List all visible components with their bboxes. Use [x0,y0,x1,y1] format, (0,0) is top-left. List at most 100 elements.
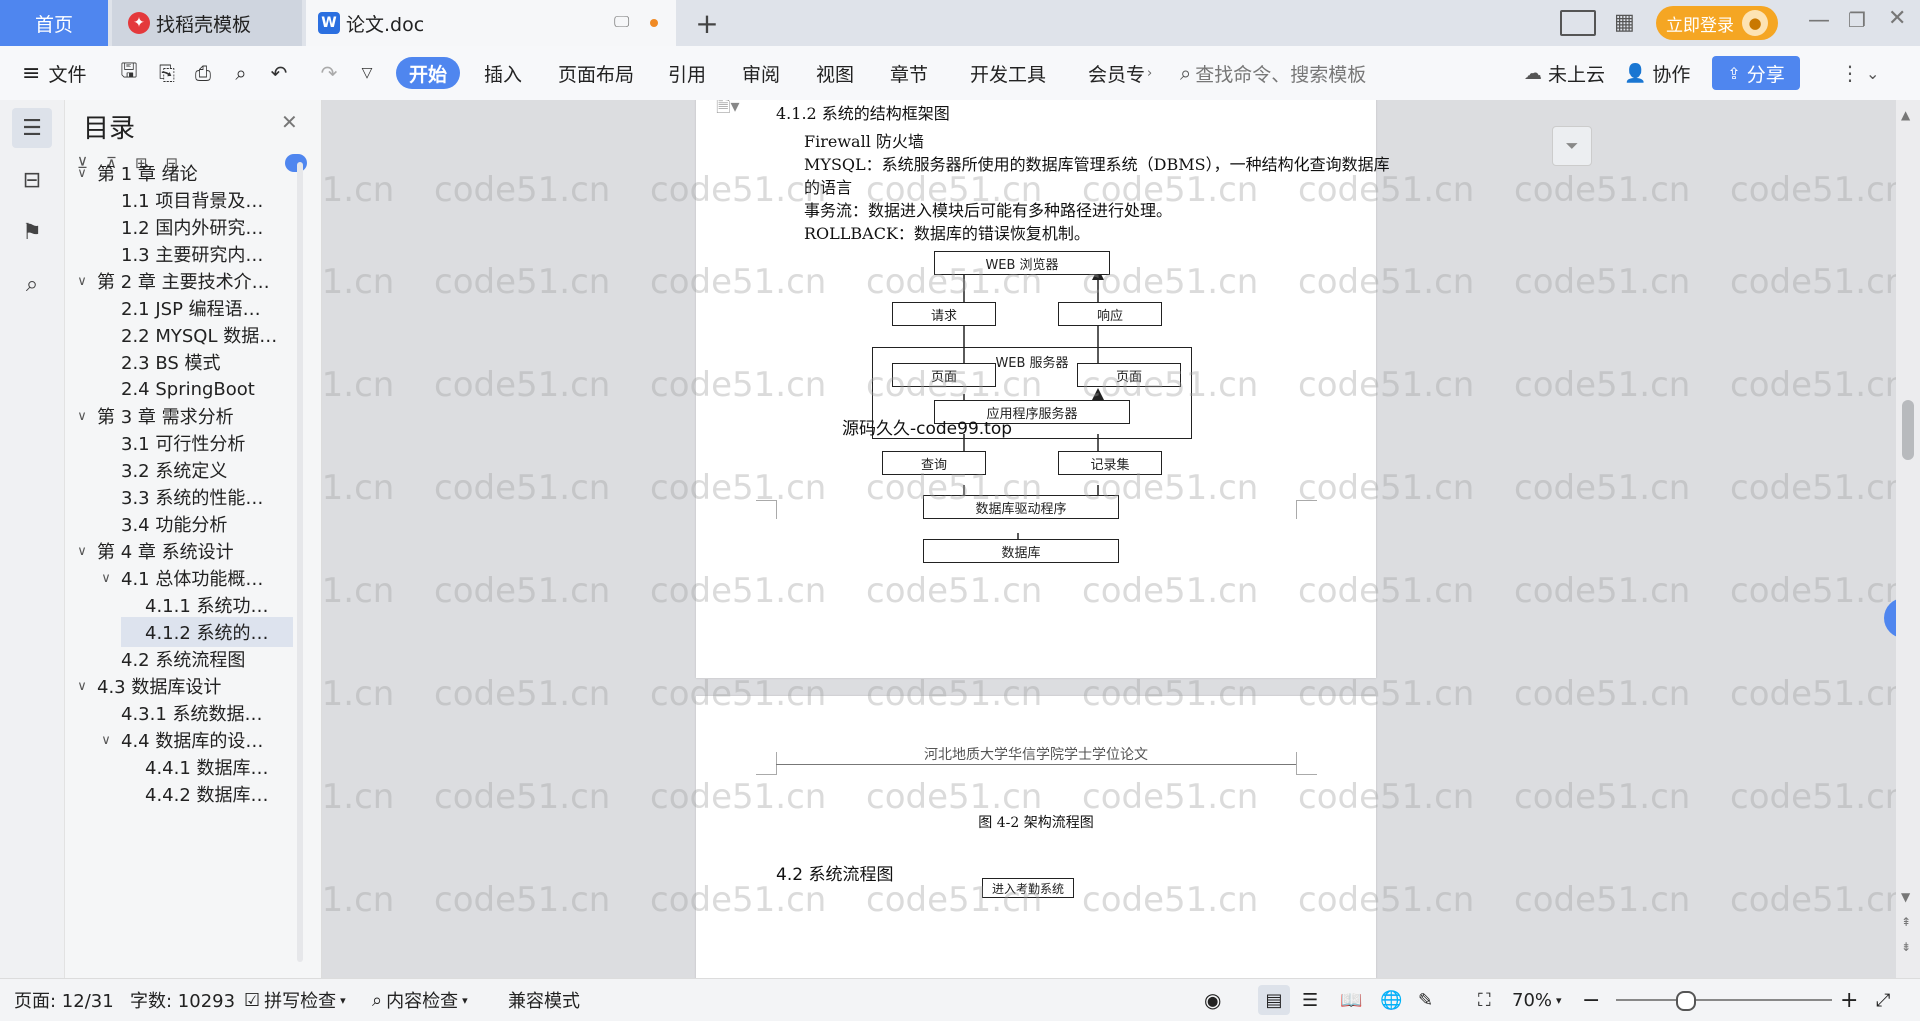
toc-item[interactable]: ∨ 4.3 数据库设计 [73,671,293,701]
toc-item[interactable]: 3.4 功能分析 [97,509,293,539]
login-button[interactable]: 立即登录 ● [1656,6,1778,40]
write-mode-icon[interactable]: ✎ [1418,979,1433,1021]
toc-item[interactable]: 3.3 系统的性能… [97,482,293,512]
toc-item[interactable]: 2.4 SpringBoot [97,374,293,404]
restore-icon[interactable]: ❐ [1848,8,1866,32]
tab-start[interactable]: 开始 [396,57,460,89]
toc-panel-icon[interactable]: ☰ [12,108,52,148]
spell-check-button[interactable]: ☑ 拼写检查 ▾ [244,979,346,1021]
toc-item[interactable]: ∨ 第 2 章 主要技术介… [73,266,293,296]
toc-item[interactable]: 2.3 BS 模式 [97,347,293,377]
zoom-out-icon[interactable]: − [1582,979,1600,1021]
chevron-down-icon[interactable]: ∨ [97,571,115,586]
toc-item[interactable]: 4.3.1 系统数据… [97,698,293,728]
cloud-status-button[interactable]: ☁ 未上云 [1524,46,1605,100]
redo-icon[interactable]: ↷ [316,60,342,86]
toc-item[interactable]: 4.4.1 数据库… [121,752,293,782]
zoom-slider-thumb[interactable] [1676,991,1696,1011]
bookmark-icon[interactable]: ⚑ [12,212,52,252]
new-tab-plus-icon[interactable]: + [690,6,724,40]
tab-member[interactable]: 会员专 › [1088,46,1152,100]
undo-icon[interactable]: ↶ [266,60,292,86]
daoke-logo-icon: ✦ [128,12,150,34]
toc-item[interactable]: 4.2 系统流程图 [97,644,293,674]
prev-page-icon[interactable]: ⇞ [1901,915,1911,929]
word-count[interactable]: 字数: 10293 [130,979,235,1021]
toc-item[interactable]: 3.1 可行性分析 [97,428,293,458]
toc-item[interactable]: ∨ 第 4 章 系统设计 [73,536,293,566]
window-layout-icon[interactable] [1560,10,1596,36]
chevron-down-icon[interactable]: ∨ [73,166,91,181]
next-page-icon[interactable]: ⇟ [1901,940,1911,954]
minimize-icon[interactable]: — [1808,8,1830,33]
file-menu-button[interactable]: ≡ 文件 [22,46,86,100]
scroll-up-icon[interactable]: ▲ [1901,108,1910,122]
close-panel-icon[interactable]: ✕ [281,110,298,134]
zoom-slider-track[interactable] [1616,999,1832,1001]
share-button[interactable]: ⇪ 分享 [1712,56,1800,90]
page-view-icon[interactable]: ▤ [1258,985,1290,1015]
toc-item[interactable]: 3.2 系统定义 [97,455,293,485]
fullscreen-icon[interactable]: ⤢ [1876,979,1890,1021]
toc-item[interactable]: ∨ 第 3 章 需求分析 [73,401,293,431]
tab-page-layout[interactable]: 页面布局 [558,46,634,100]
command-search[interactable]: ⌕ 查找命令、搜索模板 [1180,46,1410,100]
chevron-down-icon[interactable]: ∨ [73,679,91,694]
tab-view[interactable]: 视图 [816,46,854,100]
tab-review[interactable]: 审阅 [742,46,780,100]
eye-protection-icon[interactable]: ◉ [1204,979,1221,1021]
print-preview-icon[interactable]: ⌕ [228,60,254,86]
tab-developer[interactable]: 开发工具 [970,46,1046,100]
chevron-right-icon: › [1147,65,1153,81]
close-window-icon[interactable]: ✕ [1888,6,1906,31]
scrollbar-thumb[interactable] [1902,400,1914,460]
chevron-down-icon[interactable]: ∨ [73,544,91,559]
outline-tree-icon[interactable]: ⊟ [12,160,52,200]
tab-document[interactable]: W 论文.doc 🖵 [306,0,676,46]
zoom-in-icon[interactable]: + [1840,979,1858,1021]
scroll-down-icon[interactable]: ▼ [1901,890,1910,904]
tab-insert[interactable]: 插入 [484,46,522,100]
zoom-level[interactable]: 70% ▾ [1512,979,1562,1021]
collaborate-button[interactable]: 👤 协作 [1624,46,1690,100]
apps-grid-icon[interactable]: ▦ [1614,10,1635,35]
toc-item[interactable]: 4.1.1 系统功… [121,590,293,620]
monitor-icon[interactable]: 🖵 [614,12,629,32]
toc-item[interactable]: 1.2 国内外研究… [97,212,293,242]
toc-item[interactable]: ∨ 4.4 数据库的设… [97,725,293,755]
toc-item[interactable]: 4.4.2 数据库… [121,779,293,809]
print-icon[interactable]: ⎙ [190,60,216,86]
find-icon[interactable]: ⌕ [12,264,52,304]
fit-page-icon[interactable]: ⛶ [1478,979,1491,1021]
tab-sections[interactable]: 章节 [890,46,928,100]
tab-home[interactable]: 首页 [0,0,108,46]
reading-view-icon[interactable]: 📖 [1340,979,1362,1021]
quick-access-dropdown-icon[interactable]: ▽ [354,60,380,86]
toc-item[interactable]: ∨ 第 1 章 绪论 [73,158,293,188]
tab-references[interactable]: 引用 [668,46,706,100]
toc-item[interactable]: 1.1 项目背景及… [97,185,293,215]
toc-item[interactable]: 2.1 JSP 编程语… [97,293,293,323]
toc-item[interactable]: 4.1.2 系统的… [121,617,293,647]
web-view-icon[interactable]: 🌐 [1380,979,1402,1021]
toc-item[interactable]: ∨ 4.1 总体功能概… [97,563,293,593]
collapse-ribbon-icon[interactable]: ⌄ [1866,46,1879,100]
content-check-button[interactable]: ⌕ 内容检查 ▾ [372,979,468,1021]
outline-view-icon[interactable]: ☰ [1302,979,1318,1021]
more-options-icon[interactable]: ⋮ [1840,46,1860,100]
page-indicator[interactable]: 页面: 12/31 [14,979,114,1021]
watermark-text: code51.cn [1082,365,1259,405]
tab-templates[interactable]: ✦ 找稻壳模板 [112,0,302,46]
chevron-down-icon[interactable]: ∨ [97,733,115,748]
toc-item[interactable]: 2.2 MYSQL 数据… [97,320,293,350]
watermark-text: code51.cn [1298,365,1475,405]
toc-item[interactable]: 1.3 主要研究内… [97,239,293,269]
export-pdf-icon[interactable]: ⎘ [154,60,180,86]
watermark-text: code51.cn [322,777,395,817]
toc-scrollbar[interactable] [297,162,303,962]
save-icon[interactable]: 🖫 [116,58,142,86]
chevron-down-icon[interactable]: ∨ [73,409,91,424]
document-scrollbar[interactable]: ▲ ▼ ⇞ ⇟ [1896,100,1920,978]
watermark-text: code51.cn [650,880,827,920]
chevron-down-icon[interactable]: ∨ [73,274,91,289]
